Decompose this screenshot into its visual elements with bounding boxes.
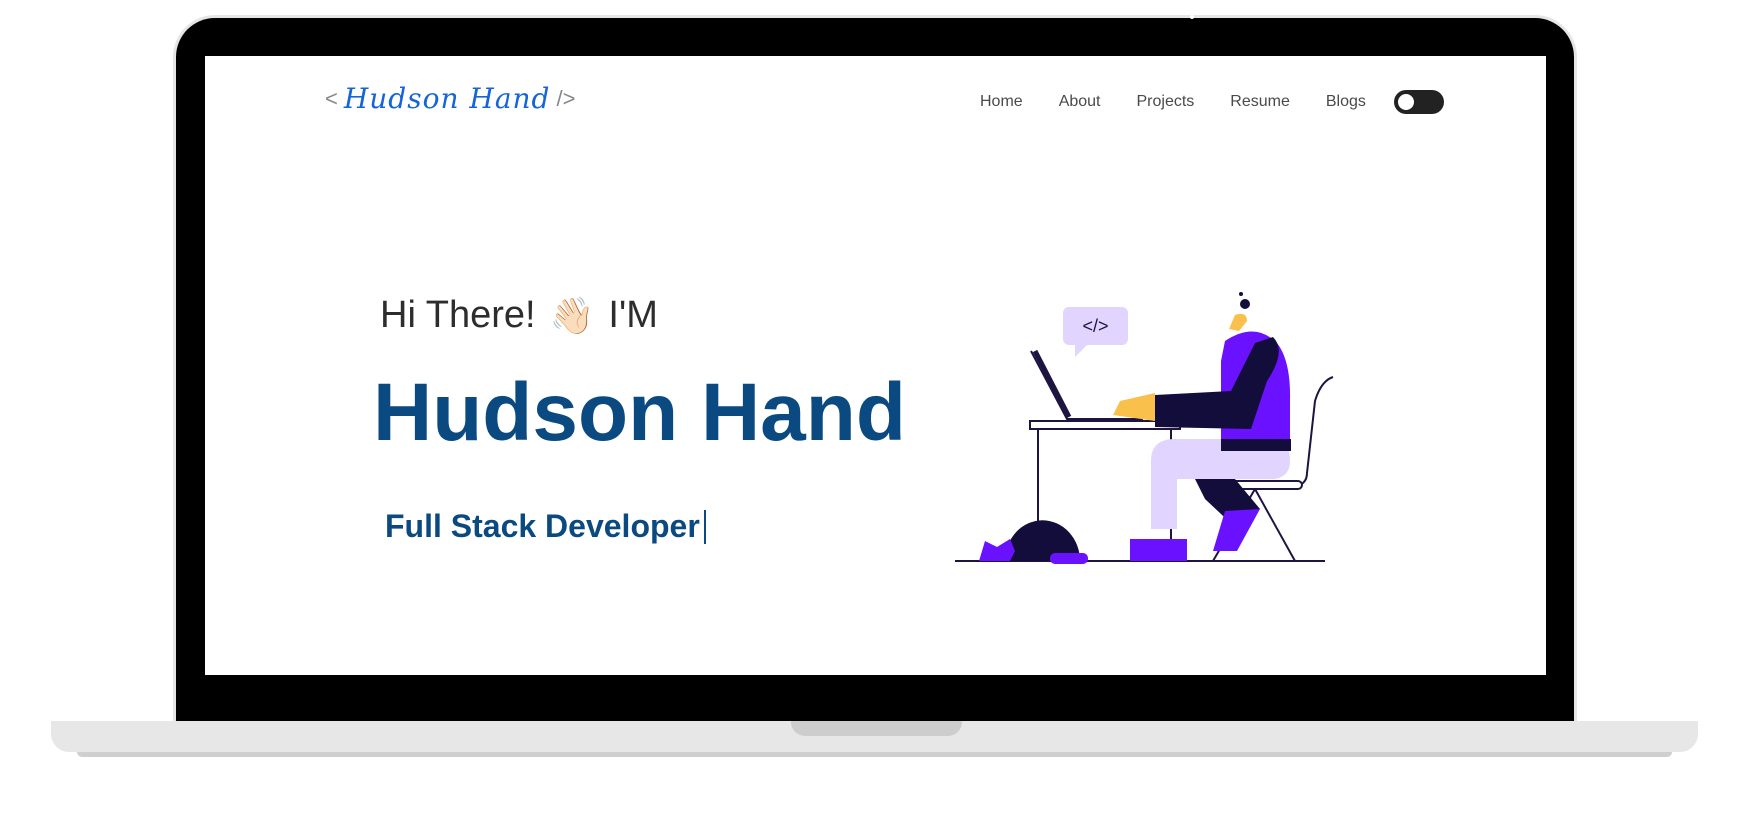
site-logo[interactable]: < Hudson Hand /> [325,82,575,115]
waving-hand-icon: 👋🏻 [549,294,595,336]
developer-illustration: </> [955,292,1334,564]
laptop-notch [791,721,962,736]
hero-greeting: Hi There! 👋🏻 I'M [380,294,658,337]
greeting-im: I'M [608,294,658,336]
hero-name: Hudson Hand [373,367,906,458]
nav-blogs[interactable]: Blogs [1326,93,1366,111]
main-nav: Home About Projects Resume Blogs [980,90,1444,114]
toggle-knob [1397,94,1414,110]
camera-icon [1190,15,1194,19]
greeting-text: Hi There! [380,294,536,336]
theme-toggle[interactable] [1393,90,1444,114]
typing-cursor [703,509,706,544]
logo-name: Hudson Hand [343,82,551,115]
nav-projects[interactable]: Projects [1137,93,1195,111]
hero-role: Full Stack Developer [385,508,706,545]
code-bubble-icon: </> [1063,307,1128,357]
nav-about[interactable]: About [1059,93,1101,111]
laptop-base-shadow [77,752,1672,757]
logo-close-bracket: /> [556,85,576,111]
role-text: Full Stack Developer [385,508,700,544]
sleeping-cat-icon [979,520,1088,564]
logo-open-bracket: < [325,85,338,111]
svg-text:</>: </> [1082,316,1108,336]
website-screen: < Hudson Hand /> Home About Projects Res… [205,56,1546,675]
nav-resume[interactable]: Resume [1230,93,1290,111]
nav-home[interactable]: Home [980,93,1023,111]
